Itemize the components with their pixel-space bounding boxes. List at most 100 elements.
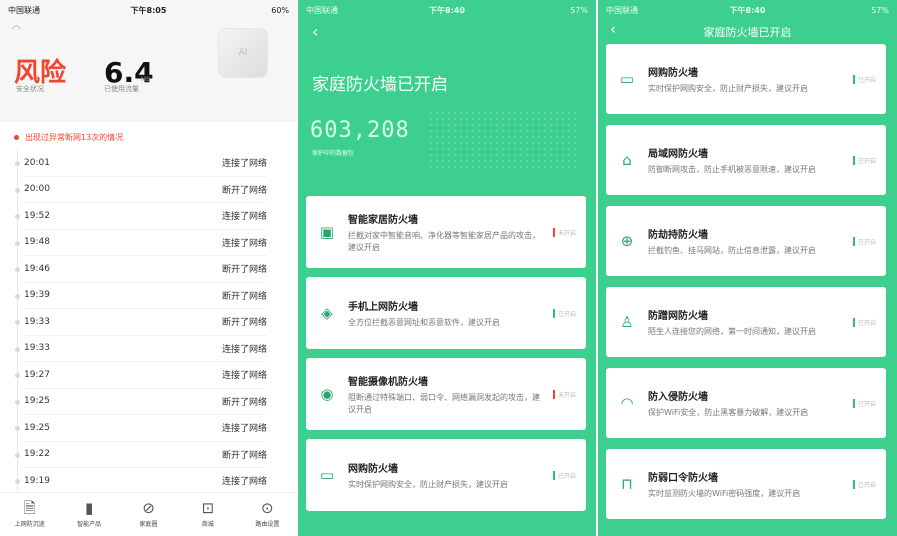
tab-2[interactable]: ⊘ 家庭圈 [119, 493, 178, 536]
tab-3[interactable]: ⊡ 商城 [178, 493, 237, 536]
card-state[interactable]: 已开启 [852, 236, 876, 246]
event-row: 19:27 连接了网络 [15, 362, 267, 389]
card-title: 局域网防火墙 [648, 148, 708, 160]
firewall-card[interactable]: ⌂ 局域网防火墙 防御断网攻击，防止手机被恶意限速，建议开启 已开启 [606, 125, 886, 195]
back-chevron-icon[interactable]: ‹ [312, 22, 318, 41]
state-label: 未开启 [557, 391, 576, 399]
firewall-card[interactable]: ♙ 防蹭网防火墙 陌生人连接您的网络，第一时间通知，建议开启 已开启 [606, 287, 886, 357]
event-time: 19:27 [24, 369, 50, 380]
status-screen: 中国联通 下午8:05 60% ◠ 风险 安全状况 6.4 MB 已使用流量 A… [0, 0, 297, 536]
card-state[interactable]: 已开启 [852, 74, 876, 84]
state-label: 已开启 [557, 472, 576, 480]
event-status: 断开了网络 [221, 291, 267, 302]
card-description: 全方位拦截恶意网址和恶意软件，建议开启 [348, 317, 500, 327]
timeline-dot-icon [15, 240, 20, 246]
compass-icon: ⊘ [142, 499, 155, 517]
event-time: 19:48 [24, 237, 50, 248]
card-title: 智能家居防火墙 [348, 214, 418, 226]
state-label: 已开启 [857, 238, 876, 246]
state-indicator [552, 227, 555, 237]
card-title: 防弱口令防火墙 [648, 472, 718, 484]
card-state[interactable]: 已开启 [852, 479, 876, 489]
card-title: 网购防火墙 [348, 463, 398, 475]
event-time: 19:25 [24, 396, 50, 407]
event-status: 断开了网络 [221, 318, 267, 329]
card-state[interactable]: 已开启 [552, 308, 576, 318]
firewall-overview-screen: 中国联通 下午8:40 57% ‹ 家庭防火墙已开启 603,208 保护中的数… [298, 0, 596, 536]
event-row: 20:00 断开了网络 [15, 177, 267, 203]
state-indicator [552, 389, 555, 399]
event-status: 断开了网络 [221, 450, 267, 461]
phone-icon: ▮ [84, 499, 94, 517]
event-row: 19:25 连接了网络 [15, 415, 267, 442]
phone-shield-icon: ◈ [321, 304, 333, 322]
bag-icon: ⊡ [201, 499, 215, 517]
state-label: 已开启 [557, 310, 576, 318]
state-indicator [852, 479, 855, 489]
event-time: 19:19 [24, 475, 50, 486]
tab-1[interactable]: ▮ 智能产品 [59, 493, 118, 536]
event-panel: 出现过异常断网13次的情况 20:01 连接了网络 20:00 断开了网络 19:52 连… [0, 122, 297, 495]
card-description: 防御断网攻击，防止手机被恶意限速，建议开启 [648, 164, 816, 174]
firewall-card[interactable]: ◉ 智能摄像机防火墙 阻断通过特殊端口、弱口令、网络漏洞发起的攻击，建议开启 未开启 [306, 358, 586, 430]
card-text: 手机上网防火墙 全方位拦截恶意网址和恶意软件，建议开启 [348, 298, 547, 329]
card-text: 智能家居防火墙 拦截对家中智能音响、净化器等智能家居产品的攻击，建议开启 [348, 211, 547, 253]
clock: 下午8:05 [130, 5, 167, 15]
card-state[interactable]: 已开启 [852, 155, 876, 165]
state-label: 已开启 [857, 319, 876, 327]
card-state[interactable]: 未开启 [552, 389, 576, 399]
card-state[interactable]: 已开启 [852, 398, 876, 408]
timeline-dot-icon [15, 373, 20, 378]
firewall-card[interactable]: ◠ 防入侵防火墙 保护WiFi安全，防止黑客暴力破解，建议开启 已开启 [606, 368, 886, 438]
event-time: 19:33 [24, 343, 50, 354]
card-description: 实时保护网购安全，防止财产损失，建议开启 [648, 83, 808, 93]
state-indicator [552, 308, 555, 318]
card-text: 网购防火墙 实时保护网购安全，防止财产损失，建议开启 [348, 460, 547, 491]
event-list: 20:01 连接了网络 20:00 断开了网络 19:52 连接了网络 19:48 连接了网络… [0, 150, 297, 495]
state-label: 已开启 [857, 481, 876, 489]
page-title: 家庭防火墙已开启 [312, 75, 448, 95]
firewall-card[interactable]: ⊕ 防劫持防火墙 拦截钓鱼、挂马网站，防止信息泄露，建议开启 已开启 [606, 206, 886, 276]
firewall-list-screen: 中国联通 下午8:40 57% ‹ 家庭防火墙已开启 ▭ 网购防火墙 实时保护网购安… [598, 0, 897, 536]
firewall-card[interactable]: ⊓ 防弱口令防火墙 实时监测防火墙的WiFi密码强度，建议开启 已开启 [606, 449, 886, 519]
tab-label: 家庭圈 [139, 521, 158, 528]
tab-bar: 🗎 上网防沉迷 ▮ 智能产品 ⊘ 家庭圈 ⊡ 商城 ⊙ 路由设置 [0, 492, 297, 536]
timeline-dot-icon [15, 452, 20, 458]
card-icon: ▭ [319, 466, 335, 484]
tab-4[interactable]: ⊙ 路由设置 [238, 493, 297, 536]
firewall-card[interactable]: ▭ 网购防火墙 实时保护网购安全，防止财产损失，建议开启 已开启 [606, 44, 886, 114]
state-indicator [852, 155, 855, 165]
card-description: 陌生人连接您的网络，第一时间通知，建议开启 [648, 326, 816, 336]
card-title: 智能摄像机防火墙 [348, 376, 428, 388]
event-time: 19:46 [24, 263, 50, 274]
alert-dot-icon [14, 135, 19, 140]
event-row: 19:19 连接了网络 [15, 468, 267, 495]
card-text: 网购防火墙 实时保护网购安全，防止财产损失，建议开启 [648, 64, 847, 95]
card-description: 实时监测防火墙的WiFi密码强度，建议开启 [648, 488, 801, 498]
firewall-card[interactable]: ▭ 网购防火墙 实时保护网购安全，防止财产损失，建议开启 已开启 [306, 439, 586, 511]
timeline-dot-icon [15, 346, 20, 352]
firewall-card[interactable]: ◈ 手机上网防火墙 全方位拦截恶意网址和恶意软件，建议开启 已开启 [306, 277, 586, 349]
event-time: 19:33 [24, 316, 50, 327]
risk-caption: 安全状况 [16, 85, 44, 93]
event-row: 19:39 断开了网络 [15, 283, 267, 309]
card-description: 拦截钓鱼、挂马网站，防止信息泄露，建议开启 [648, 245, 816, 255]
firewall-card[interactable]: ▣ 智能家居防火墙 拦截对家中智能音响、净化器等智能家居产品的攻击，建议开启 未开启 [306, 196, 586, 268]
card-text: 局域网防火墙防御断网攻击，防止手机被恶意限速，建议开启 [648, 145, 847, 176]
clock: 下午8:40 [429, 5, 465, 15]
event-row: 19:33 连接了网络 [15, 336, 267, 362]
event-status: 连接了网络 [221, 371, 267, 382]
card-title: 防入侵防火墙 [648, 391, 708, 403]
card-state[interactable]: 已开启 [552, 470, 576, 480]
state-label: 未开启 [557, 229, 576, 237]
tab-0[interactable]: 🗎 上网防沉迷 [0, 493, 59, 536]
card-text: 防入侵防火墙 保护WiFi安全，防止黑客暴力破解，建议开启 [648, 388, 847, 419]
packet-count-caption: 保护中的数据包 [312, 150, 355, 157]
back-chevron-icon[interactable]: ‹ [610, 20, 616, 38]
event-status: 断开了网络 [221, 397, 267, 408]
card-state[interactable]: 已开启 [852, 317, 876, 327]
timeline-dot-icon [15, 479, 20, 484]
ai-cube-icon[interactable]: AI [218, 28, 268, 78]
event-status: 连接了网络 [221, 344, 267, 355]
card-state[interactable]: 未开启 [552, 227, 576, 237]
